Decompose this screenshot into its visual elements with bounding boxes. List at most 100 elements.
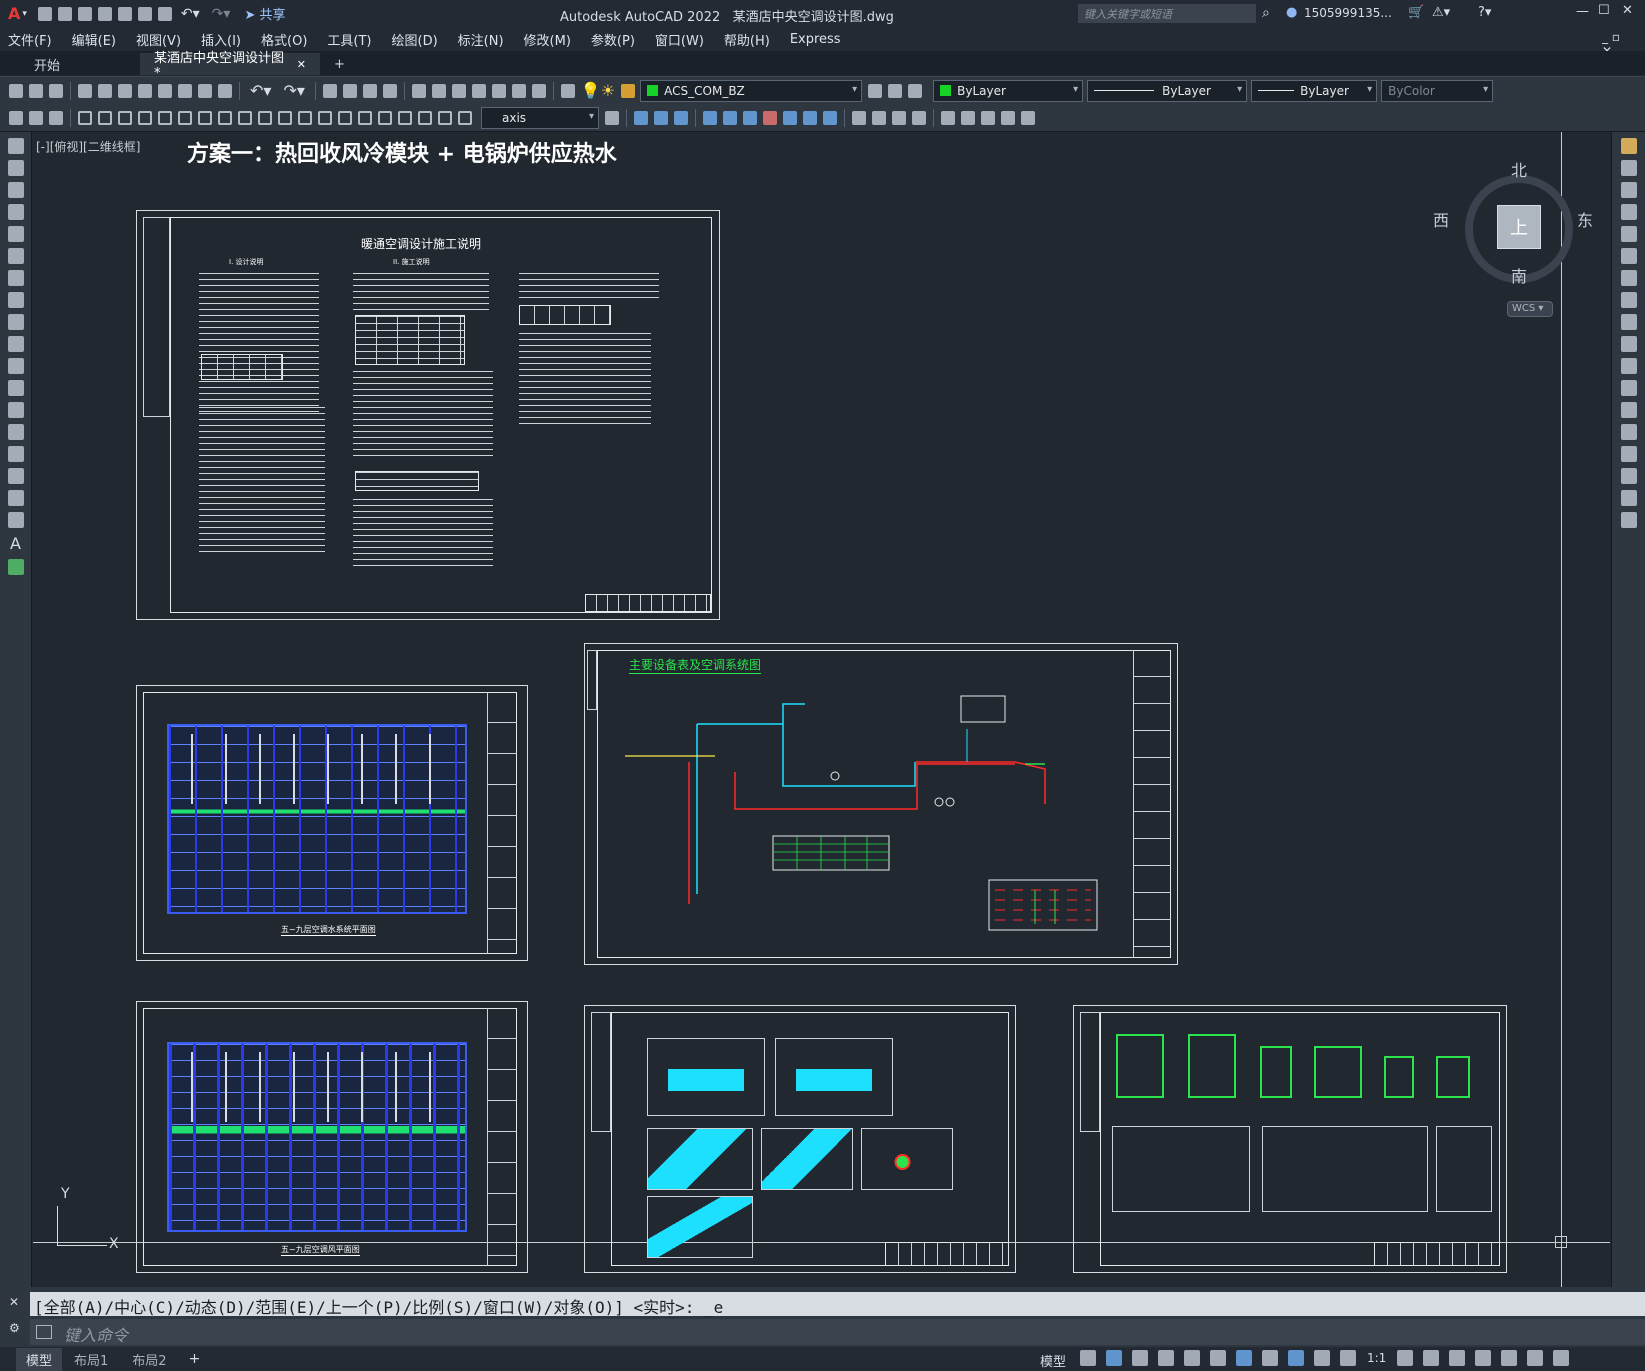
mirror-icon[interactable] [1620, 182, 1637, 198]
properties-icon[interactable] [411, 83, 426, 98]
cart-icon[interactable]: 🛒 [1408, 5, 1424, 20]
qnew-icon[interactable] [9, 83, 23, 98]
close-button[interactable]: ✕ [1622, 3, 1633, 18]
view-iso-nw-icon[interactable] [763, 110, 777, 125]
dimstyle-dropdown[interactable]: axis ▾ [481, 106, 599, 129]
menu-file[interactable]: 文件(F) [8, 30, 52, 49]
ucs-previous-icon[interactable] [892, 110, 906, 125]
tab-drawing[interactable]: 某酒店中央空调设计图* ✕ [140, 51, 320, 81]
maximize-button[interactable]: ☐ [1598, 3, 1610, 18]
ucs-origin-icon[interactable] [981, 110, 995, 125]
quick-properties-icon[interactable] [1475, 1350, 1492, 1366]
menu-insert[interactable]: 插入(I) [201, 30, 241, 49]
compass-north[interactable]: 北 [1511, 157, 1527, 181]
ordinate-icon[interactable] [138, 110, 152, 125]
menu-edit[interactable]: 编辑(E) [72, 30, 116, 49]
match-properties-icon[interactable] [198, 83, 212, 98]
diameter-icon[interactable] [198, 110, 212, 125]
block-editor-icon[interactable] [218, 83, 232, 98]
autoscale-icon[interactable] [1314, 1350, 1330, 1366]
customize-icon[interactable]: ⚙ [9, 1321, 20, 1335]
polar-icon[interactable] [1158, 1350, 1174, 1366]
undo-icon[interactable]: ↶▾ [181, 6, 200, 22]
revcloud-icon[interactable] [7, 292, 24, 308]
annotation-scale-value[interactable]: 1:1 [1367, 1351, 1386, 1365]
scale-icon[interactable] [1620, 292, 1637, 308]
ucs-object-icon[interactable] [941, 110, 955, 125]
spline-icon[interactable] [7, 314, 24, 330]
menu-dimension[interactable]: 标注(N) [458, 30, 504, 49]
layout-tab-1[interactable]: 布局1 [62, 1348, 120, 1371]
ucs-face-icon[interactable] [912, 110, 926, 125]
break-at-point-icon[interactable] [1620, 380, 1637, 396]
menu-format[interactable]: 格式(O) [261, 30, 307, 49]
tab-start[interactable]: 开始 [0, 53, 140, 75]
fillet-icon[interactable] [1620, 468, 1637, 484]
array-icon[interactable] [1620, 226, 1637, 242]
publish-3d-icon[interactable] [118, 83, 132, 98]
isolate-objects-icon[interactable] [1501, 1350, 1518, 1366]
add-selected-icon[interactable] [7, 559, 24, 575]
chamfer-icon[interactable] [1620, 446, 1637, 462]
sheet-design-notes[interactable]: 暖通空调设计施工说明 I. 设计说明 II. 施工说明 [136, 210, 720, 620]
dim-text-edit-icon[interactable] [438, 110, 452, 125]
otrack-icon[interactable] [1210, 1350, 1226, 1366]
view-left-icon[interactable] [654, 110, 668, 125]
menu-view[interactable]: 视图(V) [136, 30, 181, 49]
cut-icon[interactable] [138, 83, 152, 98]
search-box[interactable]: 键入关键字或短语 [1078, 4, 1256, 23]
inspection-icon[interactable] [378, 110, 392, 125]
quick-dim-icon[interactable] [238, 110, 252, 125]
construction-line-icon[interactable] [7, 160, 24, 176]
polygon-icon[interactable] [7, 204, 24, 220]
viewcube[interactable]: 上 北 南 西 东 WCS ▾ [1433, 155, 1593, 317]
autocad-logo[interactable]: A [8, 4, 20, 23]
color-dropdown[interactable]: ByLayer ▾ [933, 79, 1084, 102]
erase-icon[interactable] [1620, 138, 1637, 154]
tool-c-icon[interactable] [49, 110, 63, 125]
layer-previous-icon[interactable] [888, 83, 903, 98]
layer-bulb-icon[interactable]: 💡☀ [581, 81, 615, 100]
ellipse-arc-icon[interactable] [7, 358, 24, 374]
copy-icon[interactable] [158, 83, 172, 98]
model-space-canvas[interactable]: [-][俯视][二维线框] 方案一：热回收风冷模块 + 电锅炉供应热水 暖通空调… [33, 132, 1610, 1287]
menu-help[interactable]: 帮助(H) [724, 30, 770, 49]
move-icon[interactable] [1620, 248, 1637, 264]
sheet-floor-plan-air[interactable]: 五~九层空调风平面图 [136, 1001, 528, 1273]
rectangle-icon[interactable] [7, 226, 24, 242]
table-icon[interactable] [7, 512, 24, 528]
annotation-visibility-icon[interactable] [1288, 1350, 1304, 1366]
join-icon[interactable] [1620, 424, 1637, 440]
print-icon[interactable] [78, 83, 92, 98]
share-button[interactable]: ➤ 共享 [244, 4, 285, 23]
tool-a-icon[interactable] [9, 110, 23, 125]
ucs-zaxis-icon[interactable] [1001, 110, 1015, 125]
region-icon[interactable] [7, 490, 24, 506]
copy-object-icon[interactable] [1620, 160, 1637, 176]
circle-icon[interactable] [7, 270, 24, 286]
markup-icon[interactable] [491, 83, 506, 98]
zoom-window-icon[interactable] [362, 83, 377, 98]
menu-window[interactable]: 窗口(W) [655, 30, 704, 49]
design-center-icon[interactable] [431, 83, 446, 98]
make-current-layer-icon[interactable] [868, 83, 883, 98]
view-back-icon[interactable] [823, 110, 837, 125]
command-input[interactable]: 键入命令 [30, 1319, 1645, 1345]
units-icon[interactable] [1449, 1350, 1466, 1366]
calculator-icon[interactable] [511, 83, 526, 98]
continue-icon[interactable] [278, 110, 292, 125]
extend-icon[interactable] [1620, 358, 1637, 374]
close-command-icon[interactable]: ✕ [9, 1295, 19, 1309]
zoom-realtime-icon[interactable] [342, 83, 357, 98]
pan-icon[interactable] [322, 83, 337, 98]
sheet-set-icon[interactable] [471, 83, 486, 98]
offset-icon[interactable] [1620, 204, 1637, 220]
view-iso-se-icon[interactable] [723, 110, 737, 125]
workspace-gear-icon[interactable] [1397, 1350, 1414, 1366]
ucs-world-icon[interactable] [872, 110, 886, 125]
publish-icon[interactable] [137, 6, 152, 21]
help-icon[interactable]: ?▾ [1478, 5, 1491, 20]
menu-modify[interactable]: 修改(M) [524, 30, 571, 49]
redo-tool-icon[interactable]: ↷▾ [283, 81, 304, 100]
add-layout-icon[interactable]: + [179, 1349, 211, 1369]
